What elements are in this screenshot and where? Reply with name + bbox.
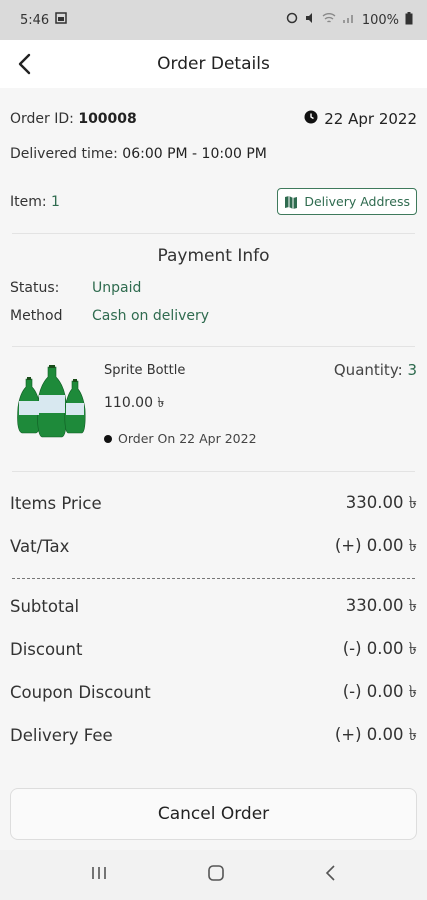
gallery-icon: [55, 12, 67, 28]
alarm-icon: [286, 12, 298, 28]
subtotal-label: Subtotal: [10, 597, 80, 616]
discount-row: Discount (-) 0.00 ৳: [10, 636, 417, 663]
order-details-content: Order ID: 100008 22 Apr 2022 Delivered t…: [0, 88, 427, 782]
bullet-icon: [104, 434, 112, 443]
payment-status-row: Status: Unpaid: [10, 280, 417, 296]
recent-apps-button[interactable]: [90, 865, 108, 885]
clock-icon: [304, 110, 318, 128]
recents-icon: [91, 867, 106, 879]
payment-status-label: Status:: [10, 280, 60, 296]
map-icon: [285, 195, 298, 209]
back-icon: [325, 865, 335, 881]
item-count: 1: [51, 193, 60, 210]
items-price-row: Items Price 330.00 ৳: [10, 490, 417, 517]
status-time: 5:46: [20, 12, 50, 28]
delivery-fee-value: (+) 0.00 ৳: [334, 725, 417, 744]
discount-value: (-) 0.00 ৳: [342, 639, 417, 658]
delivered-time-row: Delivered time: 06:00 PM - 10:00 PM: [10, 146, 417, 162]
product-price: 110.00 ৳: [104, 395, 165, 411]
system-back-button[interactable]: [324, 864, 338, 886]
home-button[interactable]: [207, 864, 225, 886]
delivery-address-button[interactable]: Delivery Address: [277, 188, 417, 215]
subtotal-row: Subtotal 330.00 ৳: [10, 593, 417, 620]
cancel-order-button[interactable]: Cancel Order: [10, 788, 417, 840]
order-on-text: Order On 22 Apr 2022: [118, 431, 257, 446]
vat-value: (+) 0.00 ৳: [334, 536, 417, 555]
order-on-row: Order On 22 Apr 2022: [104, 431, 417, 446]
cancel-order-label: Cancel Order: [157, 804, 270, 824]
items-price-value: 330.00 ৳: [345, 493, 417, 512]
quantity-label: Quantity:: [333, 361, 403, 379]
coupon-discount-value: (-) 0.00 ৳: [342, 682, 417, 701]
payment-method-value: Cash on delivery: [92, 308, 210, 324]
battery-text: 100%: [361, 12, 399, 28]
battery-icon: [405, 11, 413, 29]
subtotal-value: 330.00 ৳: [345, 596, 417, 615]
delivered-time-value: 06:00 PM - 10:00 PM: [122, 146, 267, 162]
vat-label: Vat/Tax: [10, 537, 70, 556]
payment-method-row: Method Cash on delivery: [10, 308, 417, 324]
mute-icon: [304, 12, 316, 28]
item-row: Item: 1 Delivery Address: [10, 188, 417, 215]
product-name: Sprite Bottle: [104, 362, 186, 378]
delivery-fee-label: Delivery Fee: [10, 726, 113, 745]
delivery-fee-row: Delivery Fee (+) 0.00 ৳: [10, 722, 417, 749]
signal-icon: [342, 12, 356, 28]
payment-status-value: Unpaid: [92, 280, 142, 296]
order-id-value: 100008: [78, 111, 137, 127]
back-button[interactable]: [14, 52, 38, 76]
item-label: Item:: [10, 193, 47, 210]
chevron-left-icon: [18, 53, 31, 75]
order-id-row: Order ID: 100008 22 Apr 2022: [10, 110, 417, 128]
system-nav-bar: [0, 850, 427, 900]
product-image: [10, 361, 94, 441]
home-icon: [207, 865, 224, 881]
payment-method-label: Method: [10, 308, 63, 324]
app-bar: Order Details: [0, 40, 427, 88]
order-id-label: Order ID:: [10, 111, 74, 127]
payment-info-heading: Payment Info: [157, 246, 270, 266]
coupon-discount-row: Coupon Discount (-) 0.00 ৳: [10, 679, 417, 706]
coupon-discount-label: Coupon Discount: [10, 683, 151, 702]
delivered-time-label: Delivered time:: [10, 146, 118, 162]
product-quantity: Quantity: 3: [334, 361, 417, 379]
page-title: Order Details: [157, 54, 270, 74]
discount-label: Discount: [10, 640, 83, 659]
delivery-address-label: Delivery Address: [304, 194, 410, 209]
items-price-label: Items Price: [10, 494, 102, 513]
product-card: Sprite Bottle Quantity: 3 110.00 ৳ Order…: [10, 347, 417, 459]
status-bar: 5:46 100%: [0, 0, 427, 40]
wifi-icon: [322, 12, 336, 28]
quantity-value: 3: [407, 361, 417, 379]
order-date: 22 Apr 2022: [324, 110, 417, 128]
vat-row: Vat/Tax (+) 0.00 ৳: [10, 533, 417, 560]
